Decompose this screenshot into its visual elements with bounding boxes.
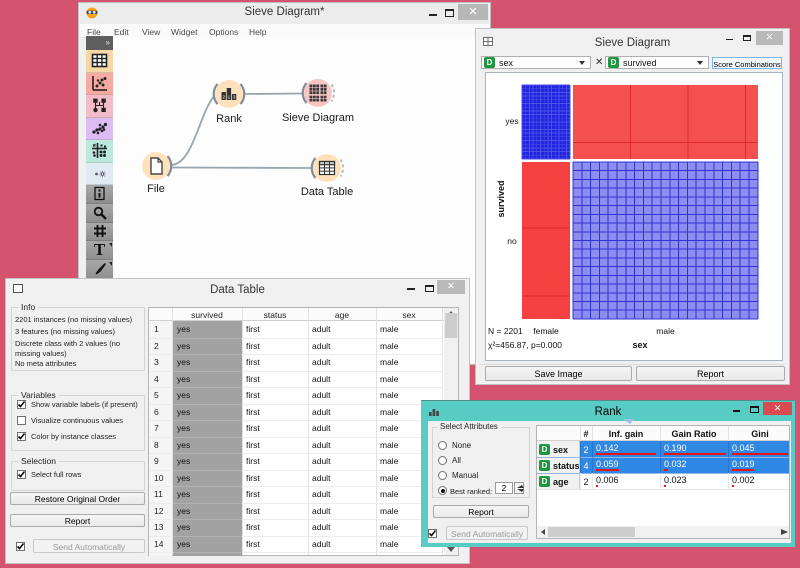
svg-text:Sieve Diagram: Sieve Diagram [282,112,354,124]
svg-text:Rank: Rank [216,113,242,125]
svg-text:File: File [147,183,165,195]
svg-text:Data Table: Data Table [301,186,353,198]
